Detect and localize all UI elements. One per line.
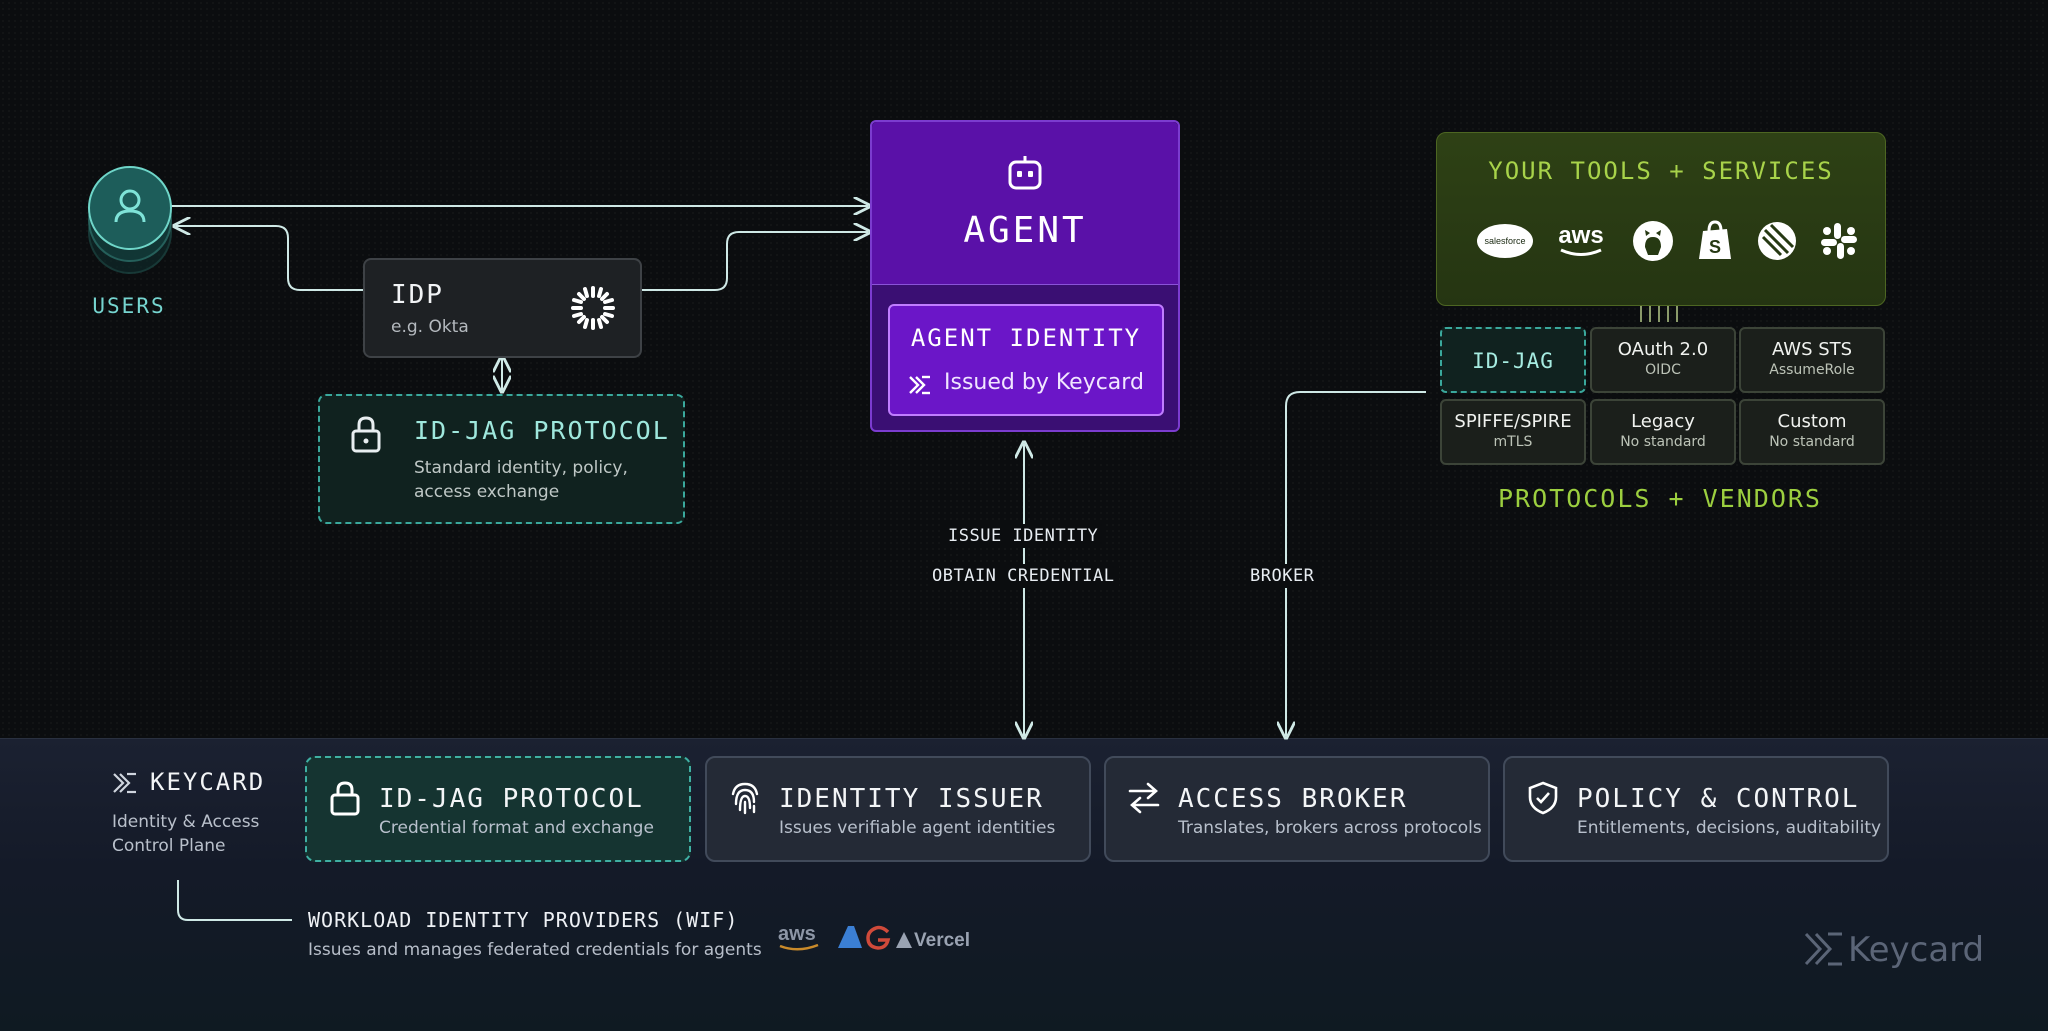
keycard-logo-icon bbox=[113, 772, 136, 794]
okta-starburst-icon bbox=[571, 286, 615, 330]
users-node[interactable] bbox=[88, 166, 172, 250]
svg-text:S: S bbox=[1709, 237, 1721, 257]
broker-label: BROKER bbox=[1246, 564, 1319, 588]
card-subtitle: Issues verifiable agent identities bbox=[779, 818, 1056, 838]
card-title: ACCESS BROKER bbox=[1178, 784, 1408, 814]
card-identity-issuer[interactable]: IDENTITY ISSUER Issues verifiable agent … bbox=[705, 756, 1091, 862]
azure-logo-icon bbox=[838, 926, 862, 948]
card-id-jag-protocol[interactable]: ID-JAG PROTOCOL Credential format and ex… bbox=[305, 756, 691, 862]
agent-header: AGENT bbox=[872, 122, 1178, 285]
issue-identity-label: ISSUE IDENTITY bbox=[944, 524, 1103, 548]
protocol-title: ID-JAG bbox=[1472, 349, 1554, 373]
linear-logo-icon bbox=[1758, 222, 1796, 260]
github-logo-icon bbox=[1633, 221, 1673, 261]
protocol-title: Legacy bbox=[1631, 411, 1695, 432]
protocol-subtitle: AssumeRole bbox=[1769, 362, 1855, 378]
keycard-logo-icon bbox=[909, 375, 930, 395]
idp-to-agent-line bbox=[640, 232, 868, 291]
shopify-logo-icon: S bbox=[1699, 220, 1731, 259]
protocol-cell-aws-sts[interactable]: AWS STS AssumeRole bbox=[1739, 327, 1885, 393]
agent-identity-subtitle: Issued by Keycard bbox=[944, 370, 1144, 395]
tools-title: YOUR TOOLS + SERVICES bbox=[1488, 157, 1834, 185]
card-title: POLICY & CONTROL bbox=[1577, 784, 1860, 814]
protocol-cell-id-jag[interactable]: ID-JAG bbox=[1440, 327, 1586, 393]
idp-subtitle: e.g. Okta bbox=[391, 317, 469, 337]
user-icon bbox=[114, 189, 146, 223]
obtain-credential-label: OBTAIN CREDENTIAL bbox=[928, 564, 1119, 588]
tools-connector-ticks bbox=[1640, 306, 1678, 322]
protocol-title: AWS STS bbox=[1771, 339, 1853, 360]
robot-icon bbox=[1008, 156, 1042, 190]
keycard-watermark-logo-icon bbox=[1804, 932, 1842, 966]
id-jag-protocol-subtitle: Standard identity, policy, access exchan… bbox=[414, 458, 628, 502]
slack-logo-icon bbox=[1821, 223, 1857, 259]
card-subtitle: Entitlements, decisions, auditability bbox=[1577, 818, 1882, 838]
protocol-title: OAuth 2.0 bbox=[1617, 339, 1709, 360]
wif-title: WORKLOAD IDENTITY PROVIDERS (WIF) bbox=[308, 908, 739, 932]
aws-logo-icon: aws bbox=[1558, 222, 1604, 256]
idp-to-users-line bbox=[176, 226, 363, 291]
protocol-subtitle: OIDC bbox=[1645, 362, 1681, 378]
salesforce-logo-icon: salesforce bbox=[1477, 224, 1533, 258]
id-jag-protocol-box[interactable]: ID-JAG PROTOCOL Standard identity, polic… bbox=[318, 394, 685, 524]
fingerprint-icon bbox=[731, 782, 759, 815]
card-title: ID-JAG PROTOCOL bbox=[379, 784, 644, 814]
keycard-brand: KEYCARD bbox=[150, 768, 266, 796]
protocol-cell-spiffe[interactable]: SPIFFE/SPIRE mTLS bbox=[1440, 399, 1586, 465]
agent-title: AGENT bbox=[963, 210, 1087, 251]
lock-icon bbox=[330, 781, 360, 816]
protocol-title: Custom bbox=[1777, 411, 1847, 432]
protocol-title: SPIFFE/SPIRE bbox=[1454, 411, 1572, 432]
card-subtitle: Translates, brokers across protocols bbox=[1178, 818, 1482, 838]
users-label: USERS bbox=[92, 294, 166, 318]
svg-text:Vercel: Vercel bbox=[914, 930, 970, 951]
wif-provider-logos: aws Vercel bbox=[778, 923, 970, 951]
swap-arrows-icon bbox=[1128, 782, 1160, 814]
idp-box[interactable]: IDP e.g. Okta bbox=[363, 258, 642, 358]
agent-identity-box[interactable]: AGENT IDENTITY Issued by Keycard bbox=[888, 304, 1164, 416]
workload-connector-line bbox=[177, 880, 292, 921]
vercel-logo-icon: Vercel bbox=[896, 930, 970, 951]
card-title: IDENTITY ISSUER bbox=[779, 784, 1044, 814]
svg-text:aws: aws bbox=[1558, 222, 1603, 249]
agent-identity-title: AGENT IDENTITY bbox=[910, 324, 1142, 352]
keycard-watermark: Keycard bbox=[1848, 930, 1985, 970]
shield-check-icon bbox=[1528, 781, 1558, 815]
svg-text:salesforce: salesforce bbox=[1484, 236, 1525, 246]
card-access-broker[interactable]: ACCESS BROKER Translates, brokers across… bbox=[1104, 756, 1490, 862]
agent-box[interactable]: AGENT AGENT IDENTITY Issued by Keycard bbox=[870, 120, 1180, 432]
aws-logo-icon: aws bbox=[778, 923, 819, 951]
protocol-subtitle: mTLS bbox=[1493, 434, 1533, 450]
lock-icon bbox=[351, 416, 381, 453]
card-subtitle: Credential format and exchange bbox=[379, 818, 654, 838]
idp-title: IDP bbox=[391, 280, 444, 310]
wif-subtitle: Issues and manages federated credentials… bbox=[308, 940, 762, 960]
protocol-subtitle: No standard bbox=[1769, 434, 1855, 450]
id-jag-protocol-title: ID-JAG PROTOCOL bbox=[414, 416, 670, 445]
keycard-subtitle: Identity & Access Control Plane bbox=[112, 812, 260, 856]
protocol-subtitle: No standard bbox=[1620, 434, 1706, 450]
google-logo-icon bbox=[866, 925, 891, 950]
card-policy-control[interactable]: POLICY & CONTROL Entitlements, decisions… bbox=[1503, 756, 1889, 862]
protocol-cell-oauth[interactable]: OAuth 2.0 OIDC bbox=[1590, 327, 1736, 393]
tools-services-box[interactable]: YOUR TOOLS + SERVICES salesforce aws S bbox=[1436, 132, 1886, 306]
protocol-cell-legacy[interactable]: Legacy No standard bbox=[1590, 399, 1736, 465]
svg-text:aws: aws bbox=[778, 923, 816, 945]
protocol-cell-custom[interactable]: Custom No standard bbox=[1739, 399, 1885, 465]
protocols-vendors-label: PROTOCOLS + VENDORS bbox=[1498, 484, 1822, 513]
